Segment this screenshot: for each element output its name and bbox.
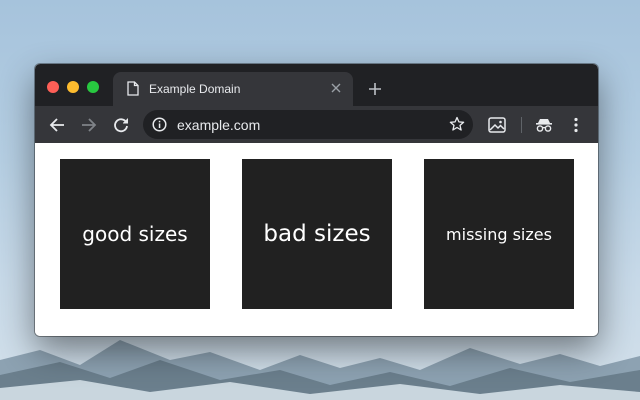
browser-menu-button[interactable] — [565, 114, 587, 136]
image-extension-button[interactable] — [486, 114, 508, 136]
missing-sizes-image: missing sizes — [424, 159, 574, 309]
image-label: bad sizes — [263, 221, 371, 247]
tab-example-domain[interactable]: Example Domain — [113, 72, 353, 106]
maximize-window-button[interactable] — [87, 81, 99, 93]
url-text: example.com — [177, 117, 261, 133]
forward-button[interactable] — [78, 114, 100, 136]
reload-icon — [114, 118, 128, 133]
minimize-window-button[interactable] — [67, 81, 79, 93]
new-tab-button[interactable] — [365, 79, 385, 99]
page-content: good sizes bad sizes missing sizes — [35, 143, 598, 336]
info-icon[interactable] — [152, 117, 167, 137]
arrow-left-icon — [49, 118, 64, 132]
toolbar-divider — [521, 117, 522, 133]
star-icon[interactable] — [449, 116, 465, 137]
plus-icon — [369, 83, 381, 95]
close-icon — [331, 83, 341, 93]
image-icon — [488, 117, 506, 133]
back-button[interactable] — [46, 114, 68, 136]
title-bar: Example Domain — [35, 64, 598, 106]
image-label: good sizes — [82, 222, 188, 246]
incognito-icon — [536, 119, 552, 132]
browser-toolbar: example.com — [35, 106, 598, 143]
good-sizes-image: good sizes — [60, 159, 210, 309]
image-label: missing sizes — [446, 224, 552, 244]
document-icon — [127, 81, 139, 101]
address-bar[interactable]: example.com — [143, 110, 473, 139]
arrow-right-icon — [82, 118, 97, 132]
reload-button[interactable] — [110, 114, 132, 136]
kebab-menu-icon — [574, 117, 578, 133]
incognito-extension-button[interactable] — [533, 114, 555, 136]
close-window-button[interactable] — [47, 81, 59, 93]
bad-sizes-image: bad sizes — [242, 159, 392, 309]
tab-close-button[interactable] — [327, 79, 345, 97]
desktop-mountains — [0, 340, 640, 400]
tab-title: Example Domain — [149, 82, 241, 96]
browser-window: Example Domain example.com good sizes ba… — [35, 64, 598, 336]
